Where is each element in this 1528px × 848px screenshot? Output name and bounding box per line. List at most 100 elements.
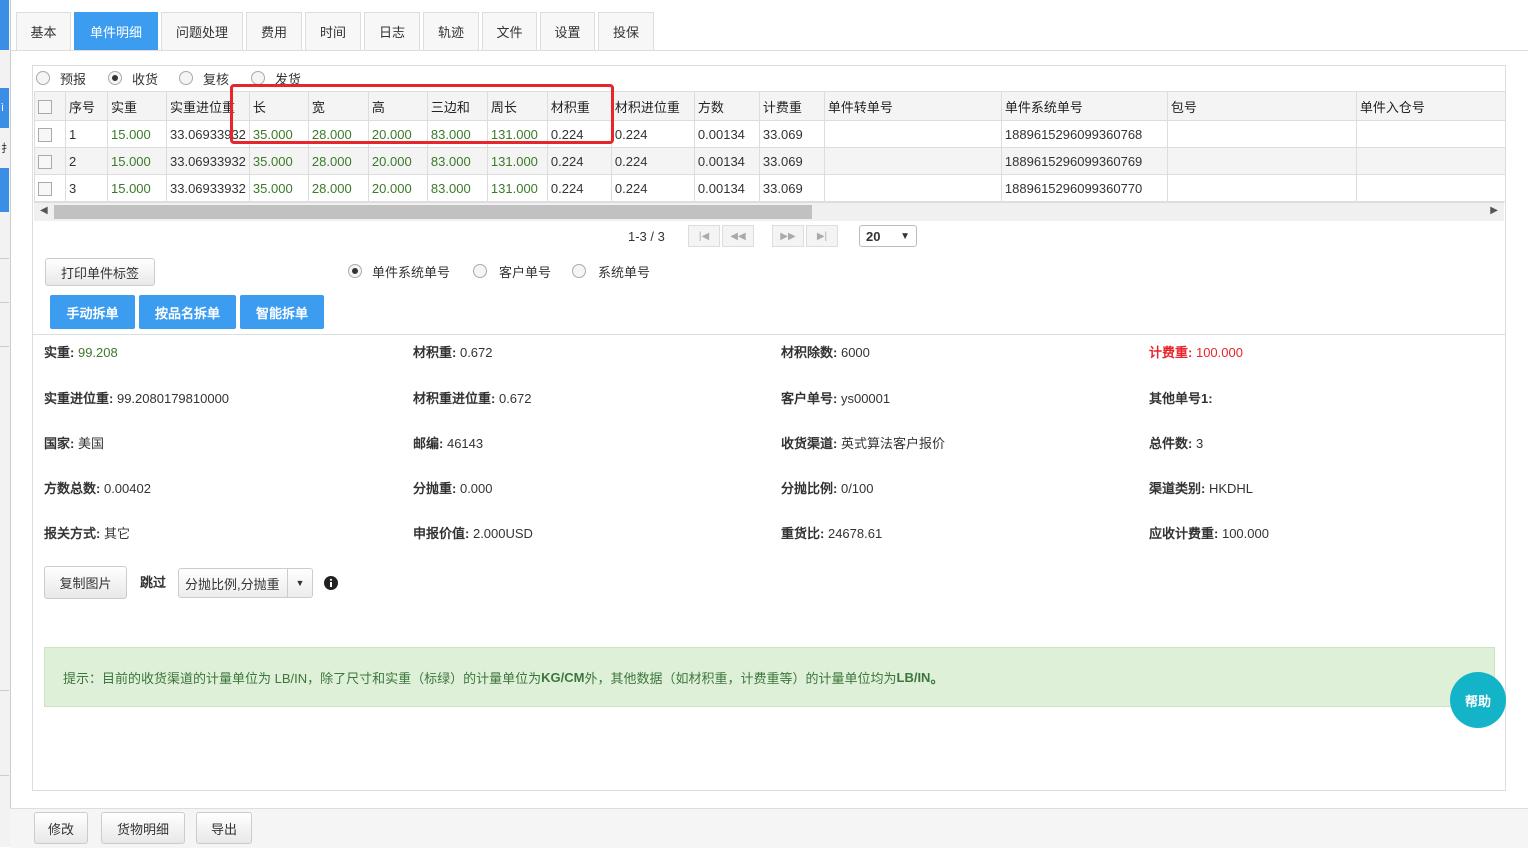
goods-detail-button[interactable]: 货物明细 (101, 812, 185, 844)
info-channel-type: 渠道类别: HKDHL (1149, 478, 1253, 497)
prev-page-icon[interactable]: ◀◀ (722, 225, 754, 247)
column-header[interactable]: 单件系统单号 (1000, 91, 1168, 121)
radio-icon[interactable] (179, 71, 193, 85)
row-checkbox[interactable] (38, 154, 52, 169)
info-volume-rounded-weight: 材积重进位重: 0.672 (413, 388, 532, 407)
status-radio-received[interactable]: 收货 (108, 68, 158, 88)
column-header[interactable]: 计费重 (758, 91, 825, 121)
column-header[interactable]: 实重 (107, 91, 167, 121)
select-all-checkbox[interactable] (38, 99, 52, 114)
smart-split-button[interactable]: 智能拆单 (240, 295, 324, 329)
row-checkbox[interactable] (38, 181, 52, 196)
export-button[interactable]: 导出 (196, 812, 252, 844)
column-header[interactable]: 材积进位重 (610, 91, 695, 121)
label-radio-system-no[interactable]: 系统单号 (572, 261, 650, 281)
tab-piece-detail[interactable]: 单件明细 (74, 12, 158, 50)
caret-down-icon: ▼ (287, 569, 312, 597)
radio-icon[interactable] (572, 264, 586, 278)
info-value: 99.2080179810000 (116, 391, 230, 406)
edit-button[interactable]: 修改 (34, 812, 88, 844)
radio-icon[interactable] (473, 264, 487, 278)
table-cell: 83.000 (426, 174, 488, 202)
status-radio-recheck[interactable]: 复核 (179, 68, 229, 88)
sidebar-edge-active-3[interactable] (0, 168, 9, 212)
column-header[interactable]: 方数 (693, 91, 760, 121)
info-label: 应收计费重: (1149, 526, 1219, 541)
radio-icon[interactable] (36, 71, 50, 85)
column-header[interactable]: 单件入仓号 (1355, 91, 1506, 121)
column-header[interactable]: 包号 (1166, 91, 1357, 121)
info-label: 实重进位重: (44, 391, 114, 406)
info-value: 46143 (446, 436, 484, 451)
tab-basic[interactable]: 基本 (16, 12, 71, 50)
table-row[interactable]: 3 15.000 33.06933932 35.000 28.000 20.00… (34, 174, 1506, 202)
column-header[interactable]: 三边和 (426, 91, 488, 121)
radio-icon[interactable] (108, 71, 122, 85)
table-cell: 131.000 (486, 174, 548, 202)
split-by-name-button[interactable]: 按品名拆单 (139, 295, 236, 329)
column-header[interactable]: 材积重 (546, 91, 612, 121)
label-radio-piece-system-no[interactable]: 单件系统单号 (348, 261, 450, 281)
scrollbar-thumb[interactable] (54, 205, 812, 219)
column-header[interactable]: 实重进位重 (166, 91, 250, 121)
tab-insurance[interactable]: 投保 (598, 12, 654, 50)
row-select-cell[interactable] (34, 120, 66, 148)
tab-time[interactable]: 时间 (305, 12, 361, 50)
table-cell: 0.224 (546, 147, 612, 175)
tab-track[interactable]: 轨迹 (423, 12, 479, 50)
copy-image-button[interactable]: 复制图片 (44, 566, 127, 599)
column-header[interactable]: 宽 (307, 91, 369, 121)
table-cell: 0.224 (610, 174, 695, 202)
table-row[interactable]: 1 15.000 33.06933932 35.000 28.000 20.00… (34, 120, 1506, 148)
table-cell: 33.06933932 (166, 120, 250, 148)
tab-fees[interactable]: 费用 (246, 12, 302, 50)
sidebar-edge-active-2[interactable]: ì (0, 88, 9, 128)
horizontal-scrollbar[interactable]: ◀ ▶ (34, 202, 1504, 221)
label-radio-customer-no[interactable]: 客户单号 (473, 261, 551, 281)
scroll-right-arrow-icon[interactable]: ▶ (1490, 205, 1498, 216)
info-value: 其它 (103, 526, 130, 541)
column-header[interactable]: 单件转单号 (823, 91, 1002, 121)
tab-settings[interactable]: 设置 (540, 12, 595, 50)
row-checkbox[interactable] (38, 127, 52, 142)
table-cell: 2 (65, 147, 108, 175)
table-cell: 15.000 (107, 120, 167, 148)
print-piece-label-button[interactable]: 打印单件标签 (45, 258, 155, 286)
info-value: 0.00402 (103, 481, 151, 496)
unit-hint-alert: 提示：目前的收货渠道的计量单位为 LB/IN，除了尺寸和实重（标绿）的计量单位为… (44, 647, 1495, 707)
page-size-select[interactable]: 20 ▼ (859, 225, 917, 247)
info-value: 99.208 (77, 345, 118, 360)
info-icon[interactable] (324, 576, 338, 590)
tab-files[interactable]: 文件 (482, 12, 537, 50)
table-cell: 33.069 (758, 147, 825, 175)
table-row[interactable]: 2 15.000 33.06933932 35.000 28.000 20.00… (34, 147, 1506, 175)
last-page-icon[interactable]: ▶| (806, 225, 838, 247)
scroll-left-arrow-icon[interactable]: ◀ (40, 205, 48, 216)
info-label: 方数总数: (44, 481, 101, 496)
radio-icon[interactable] (251, 71, 265, 85)
table-cell: 131.000 (486, 147, 548, 175)
help-button[interactable]: 帮助 (1450, 672, 1506, 728)
table-cell: 131.000 (486, 120, 548, 148)
column-header[interactable]: 序号 (65, 91, 108, 121)
row-select-cell[interactable] (34, 174, 66, 202)
table-cell: 33.069 (758, 120, 825, 148)
first-page-icon[interactable]: |◀ (688, 225, 720, 247)
status-radio-forecast[interactable]: 预报 (36, 68, 86, 88)
next-page-icon[interactable]: ▶▶ (772, 225, 804, 247)
tab-issue-handling[interactable]: 问题处理 (161, 12, 243, 50)
info-heavy-ratio: 重货比: 24678.61 (781, 523, 882, 542)
column-header[interactable]: 长 (248, 91, 309, 121)
tab-log[interactable]: 日志 (364, 12, 420, 50)
column-header[interactable]: 高 (367, 91, 428, 121)
select-all-cell[interactable] (34, 91, 66, 121)
radio-icon[interactable] (348, 264, 362, 278)
manual-split-button[interactable]: 手动拆单 (50, 295, 135, 329)
info-label: 材积除数: (781, 345, 838, 360)
row-select-cell[interactable] (34, 147, 66, 175)
column-header[interactable]: 周长 (486, 91, 548, 121)
chevron-down-icon: ▼ (900, 230, 910, 242)
status-radio-shipped[interactable]: 发货 (251, 68, 301, 88)
sidebar-edge-active-1[interactable] (0, 0, 9, 50)
skip-select[interactable]: 分抛比例,分抛重 ▼ (178, 568, 313, 598)
